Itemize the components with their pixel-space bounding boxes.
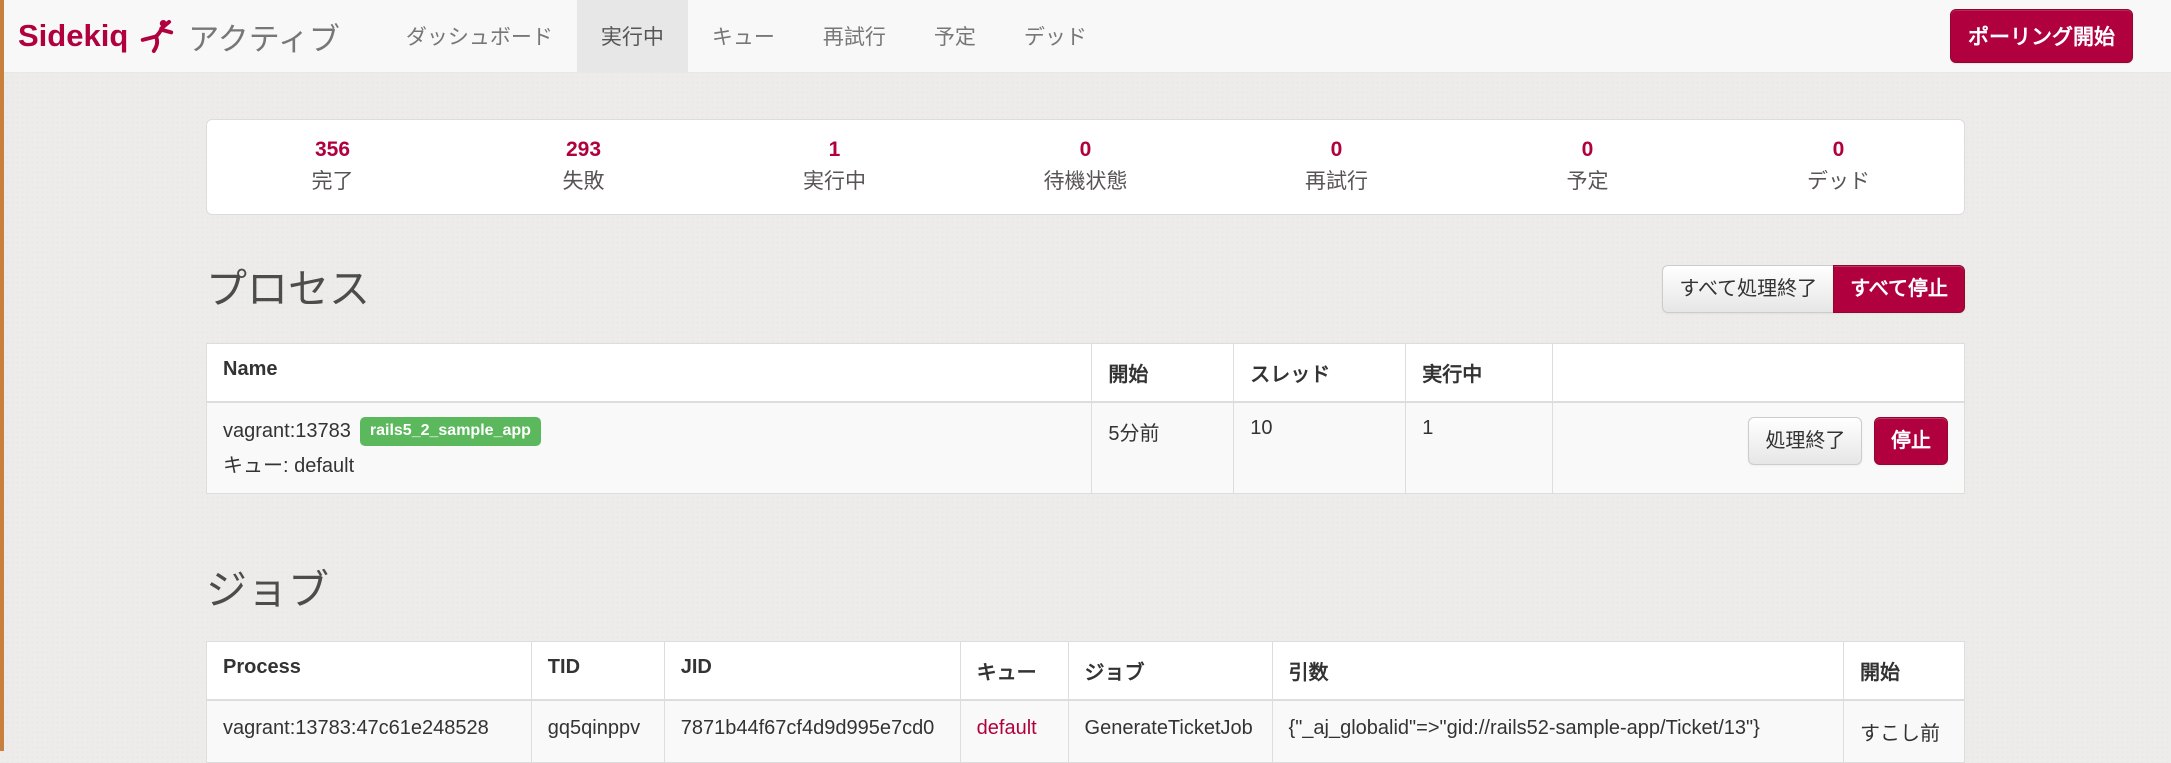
processes-header-row: Name 開始 スレッド 実行中: [205, 343, 1965, 404]
main-content: 356 完了 293 失敗 1 実行中 0 待機状態 0 再試行 0 予定 0 …: [205, 119, 1965, 763]
process-busy-cell: 1: [1405, 401, 1554, 495]
col-header-threads: スレッド: [1233, 343, 1407, 404]
process-queues-label: キュー:: [223, 455, 289, 478]
jobs-table: Process TID JID キュー ジョブ 引数 開始 vagrant:13…: [206, 641, 1965, 763]
job-tid-cell: gq5qinppv: [530, 699, 665, 763]
nav-tab-dead[interactable]: デッド: [1000, 0, 1111, 72]
stat-failed-label: 失敗: [562, 170, 605, 194]
stat-dead-value: 0: [1832, 138, 1845, 161]
quiet-all-button[interactable]: すべて処理終了: [1662, 265, 1834, 314]
col-header-process: Process: [206, 641, 532, 702]
stat-scheduled[interactable]: 0 予定: [1462, 137, 1713, 194]
col-header-job-started: 開始: [1843, 641, 1965, 702]
processes-section-header: プロセス すべて処理終了 すべて停止: [206, 265, 1965, 314]
jobs-section-header: ジョブ: [206, 568, 1965, 613]
jobs-header-row: Process TID JID キュー ジョブ 引数 開始: [206, 641, 1965, 702]
job-queue-link[interactable]: default: [977, 717, 1037, 739]
stop-process-button[interactable]: 停止: [1874, 417, 1948, 466]
sidekiq-brand-link[interactable]: Sidekiq アクティブ: [18, 0, 340, 72]
brand-title: Sidekiq: [18, 18, 129, 53]
col-header-tid: TID: [530, 641, 665, 702]
stat-dead-label: デッド: [1807, 170, 1870, 194]
stat-retries-label: 再試行: [1305, 170, 1368, 194]
nav-tab-queues[interactable]: キュー: [688, 0, 799, 72]
job-row: vagrant:13783:47c61e248528 gq5qinppv 787…: [206, 699, 1965, 763]
stat-retries-value: 0: [1330, 138, 1343, 161]
stat-scheduled-label: 予定: [1566, 170, 1609, 194]
stat-scheduled-value: 0: [1581, 138, 1594, 161]
nav-tab-scheduled[interactable]: 予定: [910, 0, 1000, 72]
processes-global-actions: すべて処理終了 すべて停止: [1662, 265, 1965, 314]
sidekiq-dancer-logo-icon: [140, 18, 176, 54]
col-header-args: 引数: [1271, 641, 1845, 702]
job-started-cell: すこし前: [1843, 699, 1965, 763]
nav-tab-dashboard[interactable]: ダッシュボード: [382, 0, 577, 72]
process-name-cell: vagrant:13783 rails5_2_sample_app キュー: de…: [205, 401, 1093, 495]
jobs-title: ジョブ: [206, 567, 329, 614]
stat-busy-label: 実行中: [803, 170, 866, 194]
process-started-cell: 5分前: [1091, 401, 1235, 495]
col-header-queue: キュー: [959, 641, 1069, 702]
brand-status: アクティブ: [188, 21, 340, 57]
stat-failed[interactable]: 293 失敗: [458, 137, 709, 194]
col-header-busy: 実行中: [1405, 343, 1554, 404]
nav-tabs: ダッシュボード 実行中 キュー 再試行 予定 デッド: [382, 0, 1111, 72]
stop-all-button[interactable]: すべて停止: [1833, 265, 1965, 314]
process-row: vagrant:13783 rails5_2_sample_app キュー: de…: [205, 401, 1965, 495]
stat-processed-label: 完了: [311, 170, 354, 194]
stat-enqueued-value: 0: [1079, 138, 1092, 161]
window-edge-strip: [0, 0, 4, 751]
job-process-cell: vagrant:13783:47c61e248528: [206, 699, 532, 763]
quiet-process-button[interactable]: 処理終了: [1748, 417, 1863, 466]
process-threads-cell: 10: [1233, 401, 1407, 495]
col-header-actions: [1552, 343, 1965, 404]
summary-stats-bar: 356 完了 293 失敗 1 実行中 0 待機状態 0 再試行 0 予定 0 …: [206, 119, 1965, 216]
col-header-started: 開始: [1091, 343, 1235, 404]
process-tag-badge: rails5_2_sample_app: [359, 417, 541, 447]
processes-title: プロセス: [206, 265, 370, 312]
col-header-job: ジョブ: [1067, 641, 1273, 702]
stat-busy[interactable]: 1 実行中: [709, 137, 960, 194]
processes-table: Name 開始 スレッド 実行中 vagrant:13783 rails5_2_s…: [205, 343, 1965, 495]
stat-enqueued-label: 待機状態: [1043, 170, 1128, 194]
stat-enqueued[interactable]: 0 待機状態: [960, 137, 1211, 194]
process-queues-value: default: [294, 455, 355, 478]
job-class-cell: GenerateTicketJob: [1067, 699, 1273, 763]
col-header-name: Name: [205, 343, 1093, 404]
job-queue-cell: default: [959, 699, 1069, 763]
start-polling-button[interactable]: ポーリング開始: [1950, 9, 2133, 63]
job-jid-cell: 7871b44f67cf4d9d995e7cd0: [663, 699, 961, 763]
stat-processed-value: 356: [314, 138, 351, 161]
stat-retries[interactable]: 0 再試行: [1211, 137, 1462, 194]
nav-tab-retries[interactable]: 再試行: [799, 0, 910, 72]
process-actions-cell: 処理終了 停止: [1552, 401, 1965, 495]
col-header-jid: JID: [663, 641, 961, 702]
job-args-cell: {"_aj_globalid"=>"gid://rails52-sample-a…: [1271, 699, 1845, 763]
stat-processed[interactable]: 356 完了: [207, 137, 458, 194]
stat-failed-value: 293: [565, 138, 602, 161]
stat-busy-value: 1: [828, 138, 841, 161]
stat-dead[interactable]: 0 デッド: [1713, 137, 1964, 194]
navbar: Sidekiq アクティブ ダッシュボード 実行中 キュー 再試行 予定 デッド…: [0, 0, 2171, 73]
nav-tab-busy[interactable]: 実行中: [576, 0, 688, 72]
process-name: vagrant:13783: [223, 420, 351, 443]
